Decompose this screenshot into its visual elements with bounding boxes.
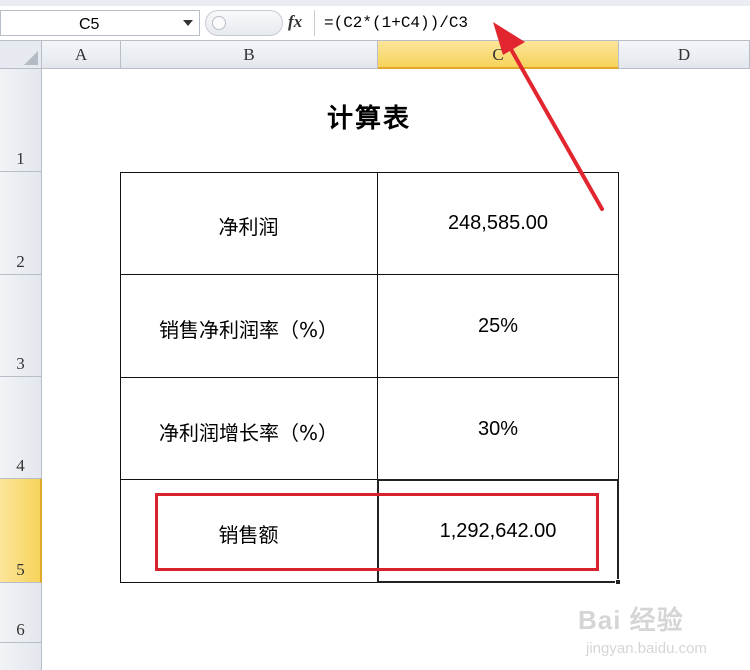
row-number: 6 [16, 620, 25, 639]
row-number: 1 [16, 149, 25, 168]
cell-c2[interactable]: 248,585.00 [378, 212, 618, 235]
watermark-brand: Bai 经验 [578, 605, 684, 635]
select-all-icon [24, 51, 38, 65]
chevron-down-icon[interactable] [183, 20, 193, 26]
row-header-6[interactable]: 6 [0, 583, 42, 643]
formula-controls[interactable] [205, 10, 283, 36]
cell-c4[interactable]: 30% [378, 418, 618, 441]
row-number: 4 [16, 456, 25, 475]
column-header-d[interactable]: D [619, 41, 750, 69]
watermark: Bai 经验 jingyan.baidu.com [578, 600, 748, 670]
column-header-b[interactable]: B [121, 41, 378, 69]
table-row-divider [120, 377, 619, 378]
fill-handle[interactable] [615, 579, 621, 585]
name-box-value: C5 [79, 16, 100, 33]
formula-input[interactable] [318, 10, 748, 36]
row-header-3[interactable]: 3 [0, 275, 42, 377]
row-number: 3 [16, 354, 25, 373]
watermark-url: jingyan.baidu.com [586, 640, 707, 657]
select-all-button[interactable] [0, 41, 42, 69]
cell-b3[interactable]: 销售净利润率（%） [120, 314, 377, 343]
cell-b4[interactable]: 净利润增长率（%） [120, 417, 377, 446]
cancel-icon[interactable] [212, 16, 226, 30]
cell-b2[interactable]: 净利润 [120, 211, 377, 240]
cell-c3[interactable]: 25% [378, 315, 618, 338]
sheet-title[interactable]: 计算表 [120, 98, 618, 135]
row-header-1[interactable]: 1 [0, 69, 42, 172]
highlight-box [155, 493, 599, 571]
column-header-c[interactable]: C [378, 41, 619, 69]
row-header-7[interactable] [0, 643, 42, 670]
formula-bar: C5 fx [0, 6, 750, 41]
row-number: 2 [16, 252, 25, 271]
name-box[interactable]: C5 [0, 10, 200, 36]
column-header-a[interactable]: A [42, 41, 121, 69]
row-header-2[interactable]: 2 [0, 172, 42, 275]
row-header-5[interactable]: 5 [0, 479, 42, 583]
row-header-4[interactable]: 4 [0, 377, 42, 479]
row-number: 5 [16, 560, 25, 579]
table-row-divider [120, 274, 619, 275]
divider [314, 10, 315, 36]
insert-function-icon[interactable]: fx [288, 12, 302, 32]
